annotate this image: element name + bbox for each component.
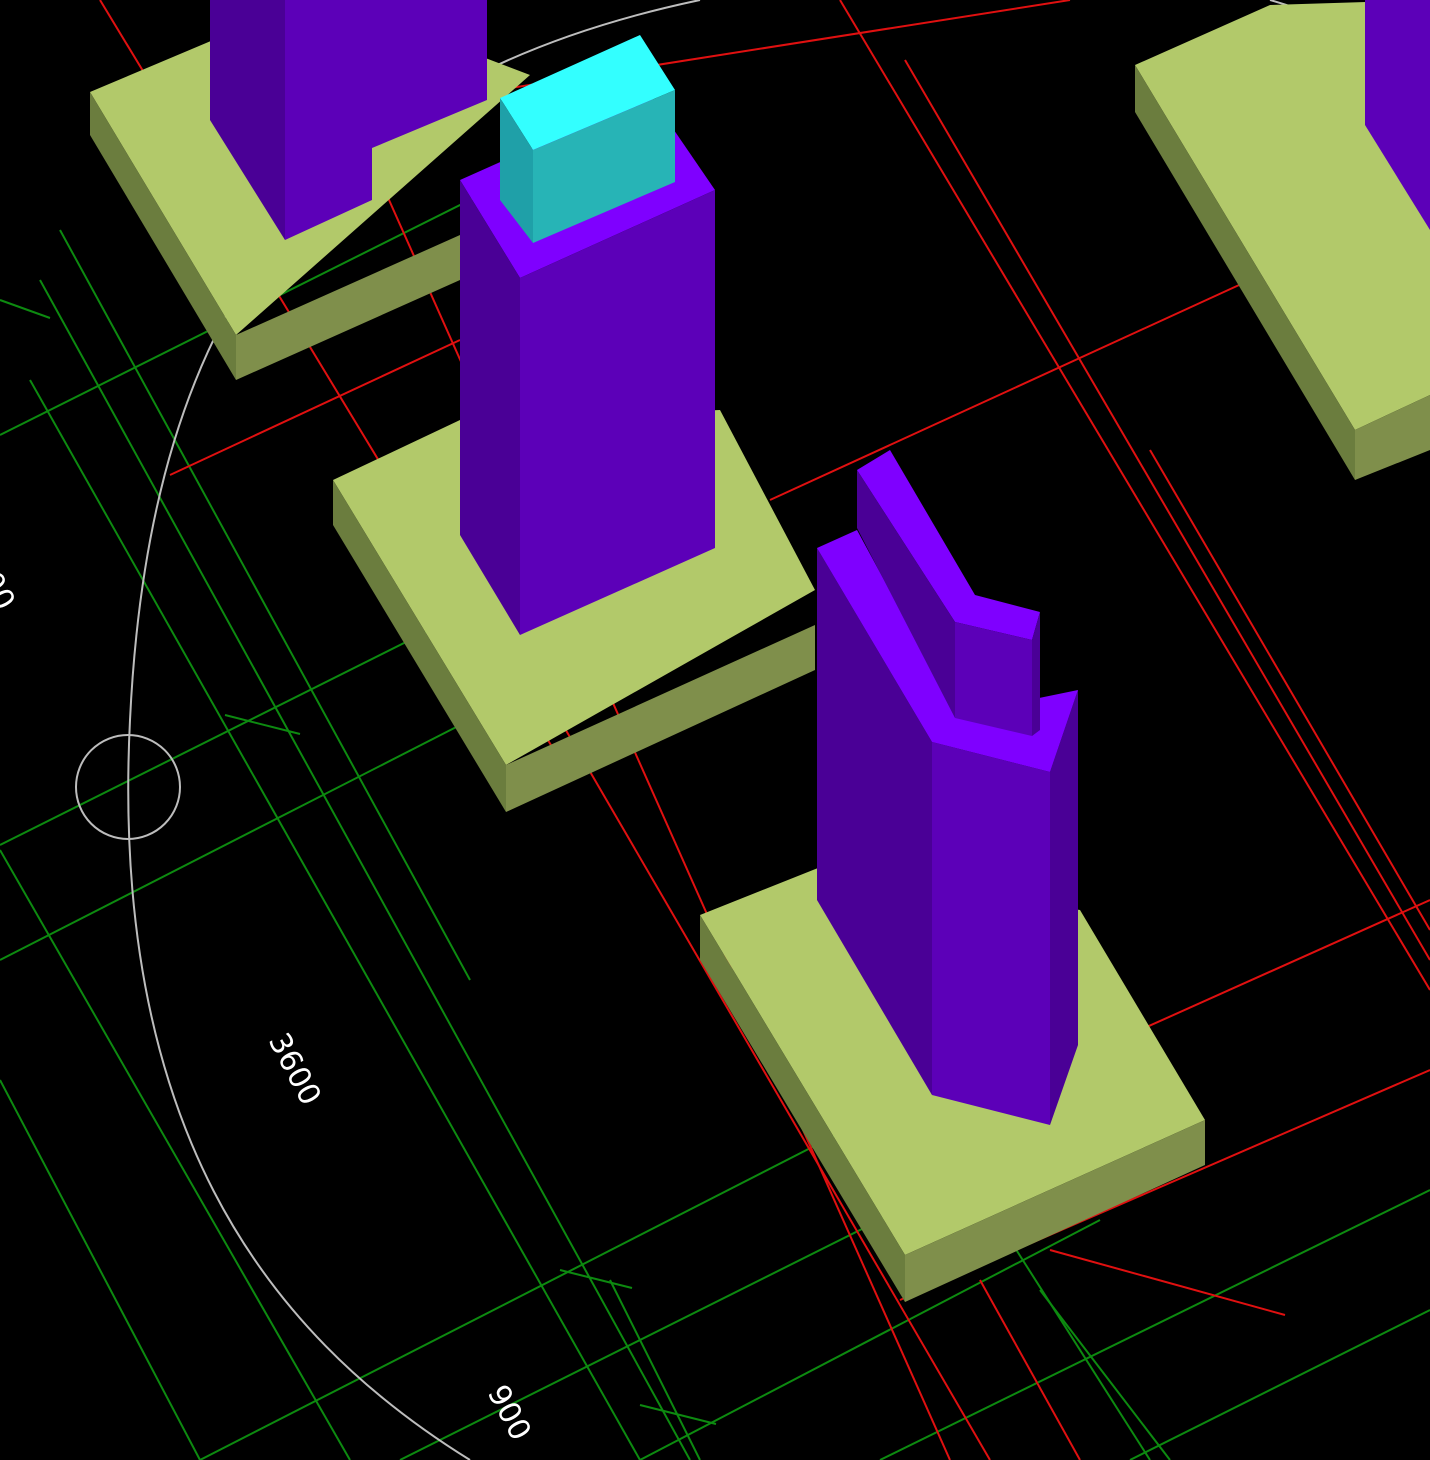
cad-3d-viewport[interactable]: 2700 3600 900 (0, 0, 1430, 1460)
tower-3-front (932, 742, 1050, 1125)
fin-3-front (955, 622, 1032, 736)
